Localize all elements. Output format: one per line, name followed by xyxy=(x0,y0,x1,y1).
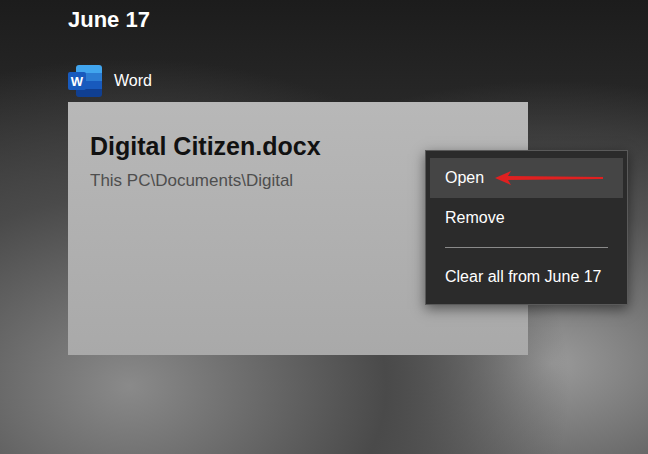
menu-item[interactable]: Remove xyxy=(430,198,623,238)
app-name: Word xyxy=(114,72,152,90)
date-heading: June 17 xyxy=(68,6,648,34)
timeline-screen: June 17WWordDigital Citizen.docxThis PC\… xyxy=(0,0,648,454)
app-header: W Word xyxy=(68,64,648,98)
menu-separator xyxy=(445,247,608,248)
menu-item[interactable]: Clear all from June 17 xyxy=(430,257,623,297)
word-icon: W xyxy=(68,65,102,97)
menu-item[interactable]: Open xyxy=(430,158,623,198)
context-menu: OpenRemove Clear all from June 17 xyxy=(425,150,628,305)
red-arrow-icon xyxy=(495,170,605,186)
